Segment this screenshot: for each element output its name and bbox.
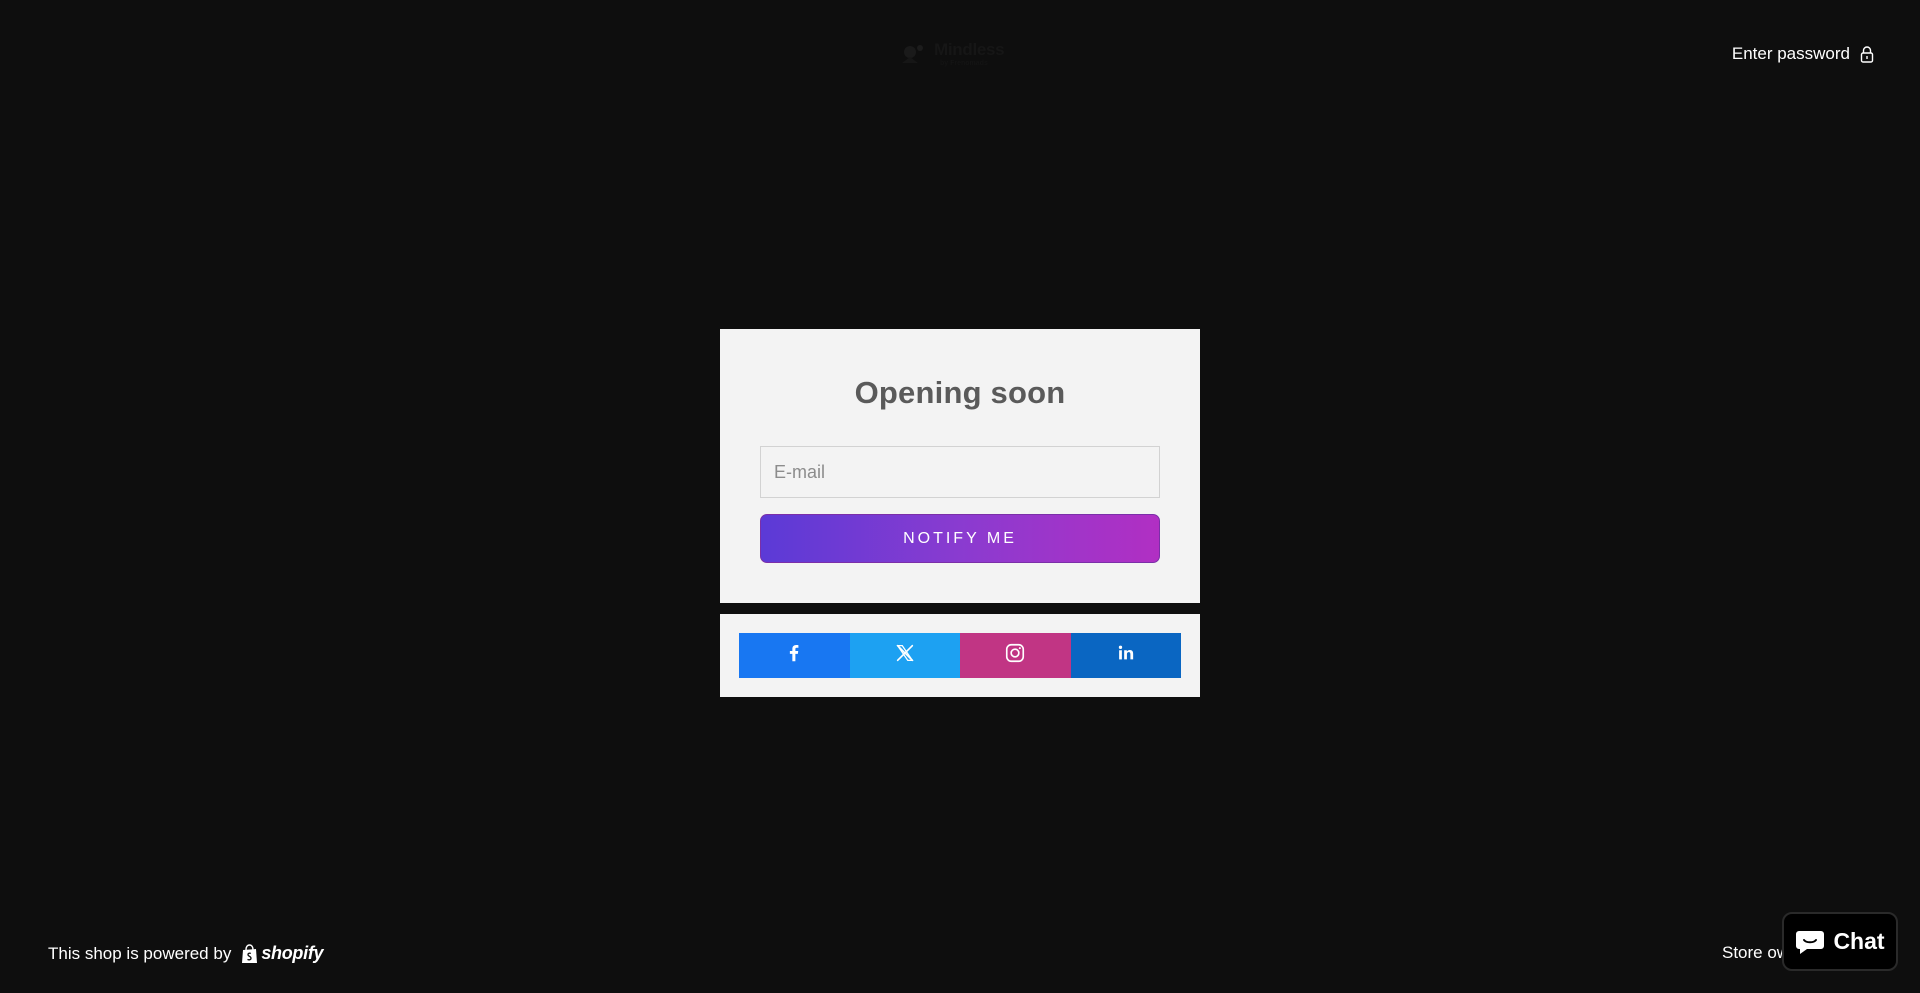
powered-by-shopify: This shop is powered by shopify [48, 943, 324, 964]
chat-bubble-icon [1795, 929, 1825, 955]
instagram-icon [1004, 642, 1026, 669]
logo-mark-icon [898, 39, 928, 69]
shopify-link[interactable]: shopify [241, 943, 324, 964]
shopify-wordmark: shopify [261, 943, 324, 963]
lock-icon [1860, 45, 1874, 63]
x-icon [894, 642, 916, 669]
social-share-row [739, 633, 1181, 678]
chat-label: Chat [1833, 928, 1885, 954]
newsletter-card: Opening soon NOTIFY ME [720, 329, 1200, 603]
social-share-card [720, 614, 1200, 697]
powered-by-text: This shop is powered by [48, 943, 232, 963]
enter-password-label: Enter password [1731, 44, 1850, 63]
logo-name: Mindless [934, 40, 1005, 59]
store-logo[interactable]: Mindless by Frenomads [898, 34, 1022, 74]
chat-button[interactable]: Chat [1782, 912, 1898, 971]
linkedin-icon [1115, 642, 1137, 669]
logo-text: Mindless by Frenomads [934, 40, 1005, 67]
password-page: Mindless by Frenomads Enter password Ope… [0, 0, 1920, 993]
shopify-bag-icon [241, 943, 258, 964]
linkedin-share-button[interactable] [1070, 633, 1181, 678]
facebook-share-button[interactable] [739, 633, 850, 678]
instagram-share-button[interactable] [960, 633, 1071, 678]
enter-password-link[interactable]: Enter password [1732, 44, 1874, 64]
notify-me-button[interactable]: NOTIFY ME [760, 514, 1160, 563]
x-share-button[interactable] [849, 633, 960, 678]
email-input[interactable] [760, 446, 1160, 498]
logo-tagline: by Frenomads [940, 60, 988, 67]
facebook-icon [783, 642, 805, 669]
page-title: Opening soon [854, 375, 1066, 410]
